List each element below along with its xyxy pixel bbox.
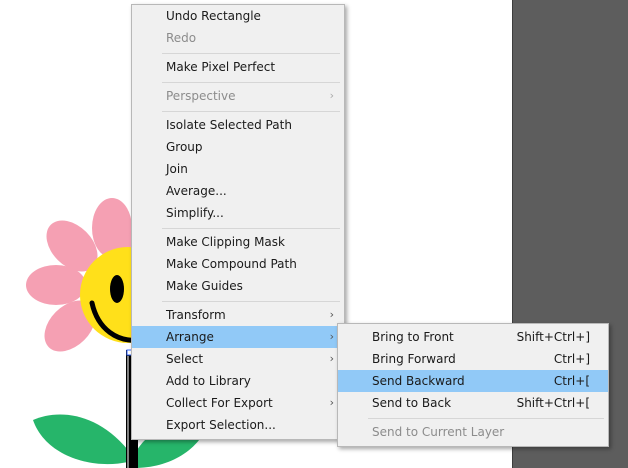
chevron-right-icon: › xyxy=(329,308,334,321)
menu-label: Perspective xyxy=(166,89,236,103)
menu-label: Add to Library xyxy=(166,374,251,388)
chevron-right-icon: › xyxy=(329,396,334,409)
menu-separator xyxy=(162,228,340,229)
menu-label: Transform xyxy=(166,308,226,322)
menu-item-simplify[interactable]: Simplify... xyxy=(132,202,344,224)
menu-separator xyxy=(162,82,340,83)
shortcut-label: Ctrl+[ xyxy=(553,374,590,388)
menu-label: Simplify... xyxy=(166,206,224,220)
menu-label: Make Compound Path xyxy=(166,257,297,271)
submenu-item-bring-to-front[interactable]: Bring to Front Shift+Ctrl+] xyxy=(338,326,608,348)
context-menu: Undo Rectangle Redo Make Pixel Perfect P… xyxy=(131,4,345,440)
menu-item-export-selection[interactable]: Export Selection... xyxy=(132,414,344,436)
submenu-item-bring-forward[interactable]: Bring Forward Ctrl+] xyxy=(338,348,608,370)
chevron-right-icon: › xyxy=(329,352,334,365)
chevron-right-icon: › xyxy=(329,89,334,102)
menu-item-select[interactable]: Select › xyxy=(132,348,344,370)
menu-item-make-compound-path[interactable]: Make Compound Path xyxy=(132,253,344,275)
shortcut-label: Ctrl+] xyxy=(553,352,590,366)
menu-item-arrange[interactable]: Arrange › xyxy=(132,326,344,348)
menu-item-perspective: Perspective › xyxy=(132,85,344,107)
menu-label: Redo xyxy=(166,31,197,45)
menu-label: Arrange xyxy=(166,330,214,344)
menu-item-make-guides[interactable]: Make Guides xyxy=(132,275,344,297)
menu-item-collect-for-export[interactable]: Collect For Export › xyxy=(132,392,344,414)
menu-label: Bring Forward xyxy=(372,352,456,366)
menu-item-redo: Redo xyxy=(132,27,344,49)
menu-item-make-pixel-perfect[interactable]: Make Pixel Perfect xyxy=(132,56,344,78)
submenu-item-send-to-current-layer: Send to Current Layer xyxy=(338,421,608,443)
menu-label: Undo Rectangle xyxy=(166,9,261,23)
menu-item-join[interactable]: Join xyxy=(132,158,344,180)
submenu-item-send-to-back[interactable]: Send to Back Shift+Ctrl+[ xyxy=(338,392,608,414)
chevron-right-icon: › xyxy=(329,330,334,343)
submenu-item-send-backward[interactable]: Send Backward Ctrl+[ xyxy=(338,370,608,392)
arrange-submenu: Bring to Front Shift+Ctrl+] Bring Forward… xyxy=(337,323,609,447)
left-leaf xyxy=(33,414,128,465)
menu-label: Export Selection... xyxy=(166,418,276,432)
menu-item-make-clipping-mask[interactable]: Make Clipping Mask xyxy=(132,231,344,253)
menu-separator xyxy=(162,301,340,302)
menu-separator xyxy=(368,418,604,419)
menu-label: Make Guides xyxy=(166,279,243,293)
menu-label: Average... xyxy=(166,184,227,198)
menu-label: Select xyxy=(166,352,204,366)
menu-label: Send Backward xyxy=(372,374,465,388)
menu-label: Collect For Export xyxy=(166,396,273,410)
menu-item-average[interactable]: Average... xyxy=(132,180,344,202)
menu-separator xyxy=(162,53,340,54)
menu-item-isolate-selected-path[interactable]: Isolate Selected Path xyxy=(132,114,344,136)
menu-item-transform[interactable]: Transform › xyxy=(132,304,344,326)
menu-separator xyxy=(162,111,340,112)
menu-item-group[interactable]: Group xyxy=(132,136,344,158)
shortcut-label: Shift+Ctrl+] xyxy=(516,330,590,344)
menu-label: Bring to Front xyxy=(372,330,454,344)
smiley-eye xyxy=(110,275,124,303)
menu-label: Join xyxy=(166,162,188,176)
menu-label: Send to Current Layer xyxy=(372,425,505,439)
menu-label: Make Pixel Perfect xyxy=(166,60,276,74)
menu-label: Group xyxy=(166,140,203,154)
menu-item-add-to-library[interactable]: Add to Library xyxy=(132,370,344,392)
menu-label: Make Clipping Mask xyxy=(166,235,285,249)
menu-label: Send to Back xyxy=(372,396,452,410)
menu-item-undo-rectangle[interactable]: Undo Rectangle xyxy=(132,5,344,27)
shortcut-label: Shift+Ctrl+[ xyxy=(516,396,590,410)
menu-label: Isolate Selected Path xyxy=(166,118,292,132)
